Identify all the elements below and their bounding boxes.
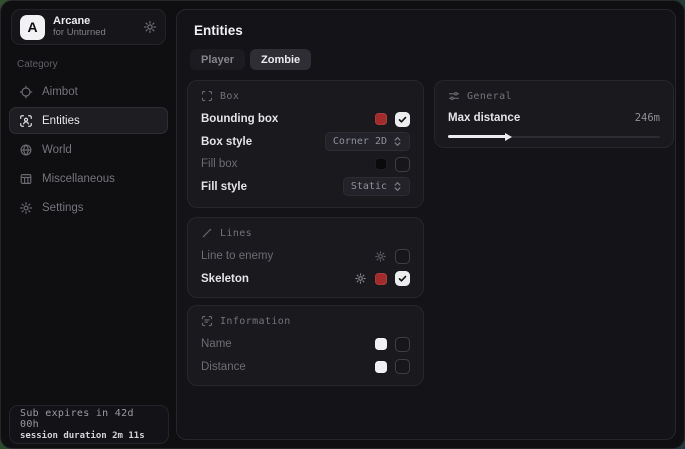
row-settings-gear-icon[interactable]: [354, 272, 367, 285]
page-title: Entities: [194, 23, 243, 38]
card-title: Information: [220, 316, 291, 327]
bounding-box-checkbox[interactable]: [395, 112, 410, 127]
scan-box-icon: [201, 90, 213, 102]
line-to-enemy-checkbox[interactable]: [395, 249, 410, 264]
setting-row-line-to-enemy: Line to enemy: [201, 245, 410, 268]
sidebar-item-aimbot[interactable]: Aimbot: [9, 78, 168, 105]
sidebar-item-settings[interactable]: Settings: [9, 194, 168, 221]
max-distance-slider[interactable]: [448, 132, 660, 141]
color-swatch[interactable]: [375, 338, 387, 350]
color-swatch[interactable]: [375, 361, 387, 373]
globe-icon: [19, 143, 33, 157]
tab-player[interactable]: Player: [190, 49, 245, 70]
setting-row-box-style: Box style Corner 2D: [201, 131, 410, 154]
sliders-icon: [448, 90, 460, 102]
setting-row-fill-style: Fill style Static: [201, 176, 410, 199]
crosshair-icon: [19, 85, 33, 99]
chevron-updown-icon: [393, 136, 402, 147]
gear-icon: [19, 201, 33, 215]
sidebar-item-label: Miscellaneous: [42, 173, 115, 185]
app-logo: A: [20, 15, 45, 40]
sidebar-item-label: World: [42, 144, 72, 156]
setting-row-skeleton: Skeleton: [201, 268, 410, 291]
color-swatch[interactable]: [375, 158, 387, 170]
distance-checkbox[interactable]: [395, 359, 410, 374]
color-swatch[interactable]: [375, 273, 387, 285]
columns-icon: [19, 172, 33, 186]
tab-zombie[interactable]: Zombie: [250, 49, 311, 70]
card-title: General: [467, 91, 512, 102]
sidebar-item-miscellaneous[interactable]: Miscellaneous: [9, 165, 168, 192]
slider-thumb[interactable]: [505, 133, 512, 141]
setting-row-distance: Distance: [201, 356, 410, 379]
main-panel: Entities Player Zombie Box Bounding box: [176, 9, 676, 440]
setting-row-name: Name: [201, 333, 410, 356]
slider-fill: [448, 135, 507, 138]
card-title: Box: [220, 91, 239, 102]
category-label: Category: [17, 59, 176, 70]
row-settings-gear-icon[interactable]: [374, 250, 387, 263]
brand-card: A Arcane for Unturned: [11, 9, 166, 45]
box-style-dropdown[interactable]: Corner 2D: [325, 132, 410, 151]
entities-icon: [19, 114, 33, 128]
lines-card: Lines Line to enemy Skeleton: [187, 217, 424, 298]
general-card: General Max distance 246m: [434, 80, 674, 148]
max-distance-value: 246m: [635, 112, 660, 124]
sidebar-item-world[interactable]: World: [9, 136, 168, 163]
sidebar-item-label: Aimbot: [42, 86, 78, 98]
information-card: Information Name Distance: [187, 305, 424, 386]
skeleton-checkbox[interactable]: [395, 271, 410, 286]
line-tool-icon: [201, 227, 213, 239]
setting-row-max-distance: Max distance 246m: [448, 108, 660, 128]
app-name: Arcane: [53, 15, 135, 28]
sub-expires-text: Sub expires in 42d 00h: [20, 408, 158, 430]
app-subtitle: for Unturned: [53, 28, 135, 39]
session-duration-text: session duration 2m 11s: [20, 431, 158, 441]
chevron-updown-icon: [393, 181, 402, 192]
scan-text-icon: [201, 315, 213, 327]
setting-row-bounding-box: Bounding box: [201, 108, 410, 131]
subscription-card: Sub expires in 42d 00h session duration …: [9, 405, 169, 444]
name-checkbox[interactable]: [395, 337, 410, 352]
sidebar: A Arcane for Unturned Category: [1, 1, 176, 448]
box-card: Box Bounding box Box style Corner 2D: [187, 80, 424, 208]
tab-bar: Player Zombie: [190, 49, 311, 70]
setting-row-fill-box: Fill box: [201, 153, 410, 176]
sidebar-item-label: Entities: [42, 115, 80, 127]
logo-letter: A: [27, 19, 37, 35]
color-swatch[interactable]: [375, 113, 387, 125]
sidebar-item-entities[interactable]: Entities: [9, 107, 168, 134]
fill-box-checkbox[interactable]: [395, 157, 410, 172]
sidebar-item-label: Settings: [42, 202, 84, 214]
fill-style-dropdown[interactable]: Static: [343, 177, 410, 196]
app-window: A Arcane for Unturned Category: [0, 0, 685, 449]
card-title: Lines: [220, 228, 252, 239]
gear-icon[interactable]: [143, 20, 157, 34]
sidebar-nav: Aimbot Entities World: [1, 78, 176, 221]
